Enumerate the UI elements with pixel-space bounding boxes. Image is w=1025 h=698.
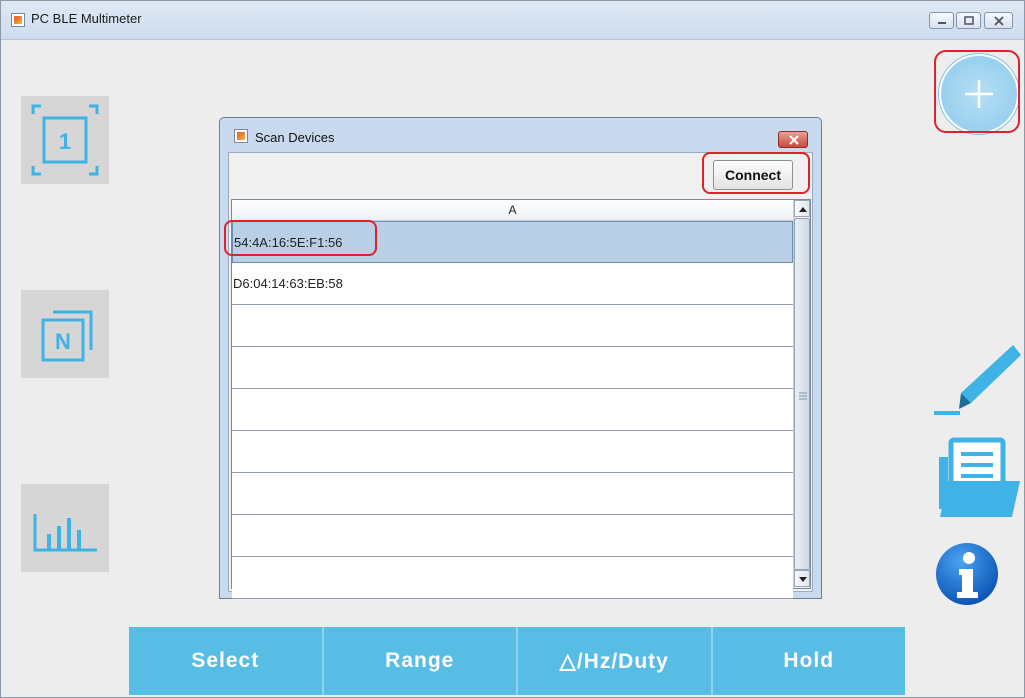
range-button[interactable]: Range bbox=[324, 627, 518, 695]
edit-button[interactable] bbox=[931, 343, 1021, 417]
scan-devices-dialog: Scan Devices Connect A 54:4A:16:5E:F1:56… bbox=[219, 117, 822, 599]
minimize-icon bbox=[938, 22, 946, 24]
hz-duty-button[interactable]: △/Hz/Duty bbox=[518, 627, 713, 695]
table-row[interactable] bbox=[232, 515, 793, 557]
add-device-button[interactable] bbox=[939, 54, 1019, 134]
window-title: PC BLE Multimeter bbox=[31, 11, 142, 26]
single-view-button[interactable]: 1 bbox=[21, 96, 109, 184]
connect-button[interactable]: Connect bbox=[713, 160, 793, 190]
close-icon bbox=[994, 16, 1004, 26]
bar-chart-icon bbox=[33, 514, 97, 552]
single-view-label: 1 bbox=[59, 129, 71, 154]
table-row[interactable]: D6:04:14:63:EB:58 bbox=[232, 263, 793, 305]
plus-icon bbox=[965, 80, 993, 108]
title-bar[interactable]: PC BLE Multimeter bbox=[1, 1, 1024, 40]
info-icon bbox=[936, 543, 998, 605]
open-file-button[interactable] bbox=[936, 437, 1020, 521]
chevron-down-icon bbox=[799, 577, 807, 582]
dialog-close-button[interactable] bbox=[778, 131, 808, 148]
device-table: A 54:4A:16:5E:F1:56 D6:04:14:63:EB:58 bbox=[231, 199, 811, 599]
multi-view-button[interactable]: N bbox=[21, 290, 109, 378]
table-row[interactable] bbox=[232, 389, 793, 431]
multi-view-icon: N bbox=[41, 310, 93, 362]
table-row[interactable] bbox=[232, 557, 793, 599]
table-row[interactable]: 54:4A:16:5E:F1:56 bbox=[232, 221, 793, 263]
scroll-up-button[interactable] bbox=[794, 200, 810, 217]
hold-button[interactable]: Hold bbox=[713, 627, 906, 695]
scroll-down-button[interactable] bbox=[794, 570, 810, 587]
java-app-icon bbox=[234, 129, 248, 143]
table-row[interactable] bbox=[232, 431, 793, 473]
table-row[interactable] bbox=[232, 347, 793, 389]
select-button[interactable]: Select bbox=[129, 627, 324, 695]
dialog-title: Scan Devices bbox=[255, 130, 335, 145]
grip-icon bbox=[799, 392, 807, 400]
close-icon bbox=[789, 135, 799, 145]
minimize-button[interactable] bbox=[929, 12, 954, 29]
vertical-scrollbar[interactable] bbox=[793, 200, 810, 588]
dialog-title-bar[interactable]: Scan Devices bbox=[220, 118, 821, 151]
column-header[interactable]: A bbox=[232, 200, 793, 221]
about-button[interactable] bbox=[935, 541, 999, 607]
chevron-up-icon bbox=[799, 207, 807, 212]
java-app-icon bbox=[11, 13, 25, 27]
single-view-icon: 1 bbox=[31, 104, 99, 176]
multi-view-label: N bbox=[55, 329, 71, 354]
table-row[interactable] bbox=[232, 305, 793, 347]
close-button[interactable] bbox=[984, 12, 1013, 29]
chart-view-button[interactable] bbox=[21, 484, 109, 572]
table-row[interactable] bbox=[232, 473, 793, 515]
main-window: PC BLE Multimeter 1 N Select Range △/Hz/… bbox=[0, 0, 1025, 698]
device-rows: 54:4A:16:5E:F1:56 D6:04:14:63:EB:58 bbox=[232, 221, 793, 599]
scrollbar-thumb[interactable] bbox=[794, 218, 810, 570]
dialog-body: Connect A 54:4A:16:5E:F1:56 D6:04:14:63:… bbox=[228, 152, 813, 599]
highlighter-icon bbox=[934, 345, 1021, 415]
maximize-icon bbox=[964, 16, 974, 25]
folder-document-icon bbox=[939, 437, 1020, 517]
bottom-control-bar: Select Range △/Hz/Duty Hold bbox=[129, 627, 905, 695]
maximize-button[interactable] bbox=[956, 12, 981, 29]
